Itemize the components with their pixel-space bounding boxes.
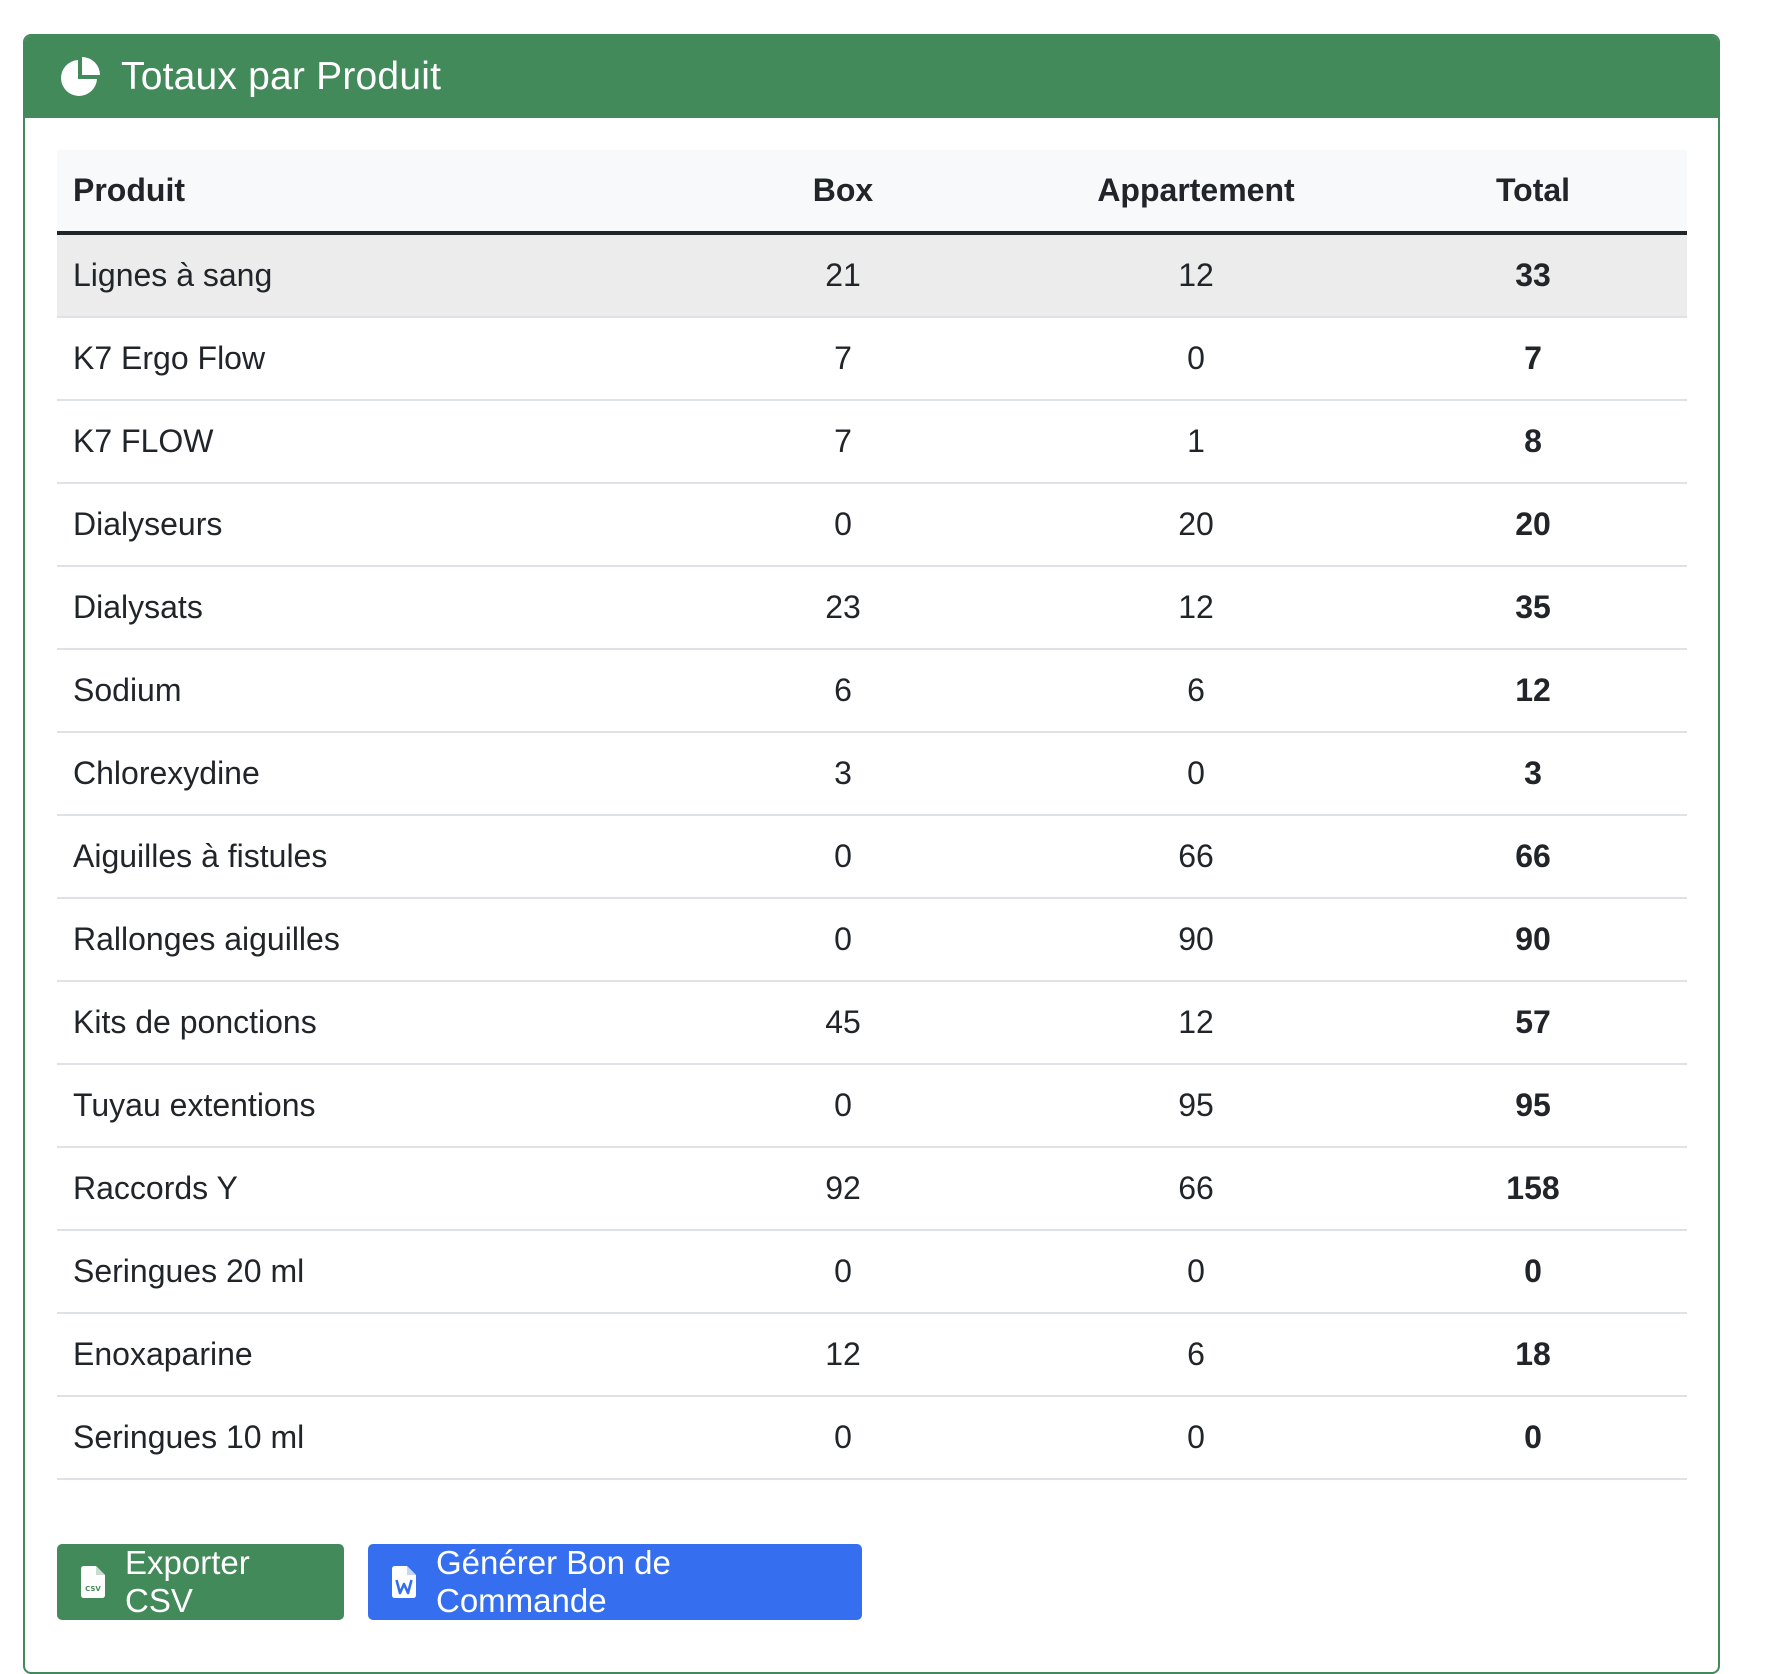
product-cell: Dialyseurs — [57, 483, 673, 567]
word-file-icon — [392, 1566, 416, 1598]
apartment-cell: 95 — [1013, 1064, 1379, 1148]
column-header-apartment: Appartement — [1013, 150, 1379, 235]
box-cell: 3 — [673, 732, 1013, 816]
table-row: Lignes à sang 21 12 33 — [57, 233, 1687, 318]
total-cell: 158 — [1379, 1147, 1687, 1231]
box-cell: 45 — [673, 981, 1013, 1065]
svg-text:CSV: CSV — [85, 1585, 101, 1593]
column-header-product: Produit — [57, 150, 673, 235]
box-cell: 0 — [673, 483, 1013, 567]
table-row: Dialyseurs 0 20 20 — [57, 483, 1687, 567]
apartment-cell: 0 — [1013, 317, 1379, 401]
box-cell: 21 — [673, 233, 1013, 318]
apartment-cell: 6 — [1013, 1313, 1379, 1397]
apartment-cell: 0 — [1013, 1396, 1379, 1480]
apartment-cell: 0 — [1013, 1230, 1379, 1314]
table-row: K7 Ergo Flow 7 0 7 — [57, 317, 1687, 401]
product-cell: K7 FLOW — [57, 400, 673, 484]
product-cell: Seringues 20 ml — [57, 1230, 673, 1314]
product-cell: Chlorexydine — [57, 732, 673, 816]
card-title: Totaux par Produit — [121, 55, 442, 98]
product-cell: Enoxaparine — [57, 1313, 673, 1397]
export-csv-button[interactable]: CSV Exporter CSV — [57, 1544, 344, 1620]
total-cell: 95 — [1379, 1064, 1687, 1148]
total-cell: 8 — [1379, 400, 1687, 484]
apartment-cell: 12 — [1013, 233, 1379, 318]
product-cell: Raccords Y — [57, 1147, 673, 1231]
export-csv-label: Exporter CSV — [125, 1544, 250, 1619]
apartment-cell: 12 — [1013, 566, 1379, 650]
box-cell: 0 — [673, 1230, 1013, 1314]
product-totals-card: Totaux par Produit Produit Box Apparteme… — [23, 34, 1720, 1674]
total-cell: 33 — [1379, 233, 1687, 318]
box-cell: 0 — [673, 898, 1013, 982]
total-cell: 18 — [1379, 1313, 1687, 1397]
apartment-cell: 0 — [1013, 732, 1379, 816]
total-cell: 35 — [1379, 566, 1687, 650]
apartment-cell: 90 — [1013, 898, 1379, 982]
total-cell: 7 — [1379, 317, 1687, 401]
table-row: Dialysats 23 12 35 — [57, 566, 1687, 650]
total-cell: 66 — [1379, 815, 1687, 899]
product-cell: Dialysats — [57, 566, 673, 650]
total-cell: 20 — [1379, 483, 1687, 567]
box-cell: 6 — [673, 649, 1013, 733]
product-cell: Rallonges aiguilles — [57, 898, 673, 982]
generate-order-button[interactable]: Générer Bon de Commande — [368, 1544, 862, 1620]
table-row: K7 FLOW 7 1 8 — [57, 400, 1687, 484]
table-row: Seringues 10 ml 0 0 0 — [57, 1396, 1687, 1480]
total-cell: 57 — [1379, 981, 1687, 1065]
total-cell: 0 — [1379, 1230, 1687, 1314]
table-header-row: Produit Box Appartement Total — [57, 150, 1687, 235]
box-cell: 7 — [673, 400, 1013, 484]
box-cell: 12 — [673, 1313, 1013, 1397]
apartment-cell: 12 — [1013, 981, 1379, 1065]
box-cell: 0 — [673, 1064, 1013, 1148]
product-cell: Kits de ponctions — [57, 981, 673, 1065]
generate-order-label: Générer Bon de Commande — [436, 1544, 671, 1619]
apartment-cell: 66 — [1013, 815, 1379, 899]
action-bar: CSV Exporter CSV Générer Bon de Commande — [57, 1544, 1686, 1620]
table-row: Aiguilles à fistules 0 66 66 — [57, 815, 1687, 899]
product-cell: Tuyau extentions — [57, 1064, 673, 1148]
product-cell: K7 Ergo Flow — [57, 317, 673, 401]
table-row: Kits de ponctions 45 12 57 — [57, 981, 1687, 1065]
box-cell: 7 — [673, 317, 1013, 401]
product-cell: Lignes à sang — [57, 233, 673, 318]
table-row: Chlorexydine 3 0 3 — [57, 732, 1687, 816]
product-cell: Sodium — [57, 649, 673, 733]
table-row: Enoxaparine 12 6 18 — [57, 1313, 1687, 1397]
total-cell: 12 — [1379, 649, 1687, 733]
table-row: Tuyau extentions 0 95 95 — [57, 1064, 1687, 1148]
apartment-cell: 1 — [1013, 400, 1379, 484]
total-cell: 90 — [1379, 898, 1687, 982]
card-body: Produit Box Appartement Total Lignes à s… — [25, 118, 1718, 1620]
product-cell: Aiguilles à fistules — [57, 815, 673, 899]
apartment-cell: 20 — [1013, 483, 1379, 567]
csv-file-icon: CSV — [81, 1566, 105, 1598]
box-cell: 23 — [673, 566, 1013, 650]
total-cell: 3 — [1379, 732, 1687, 816]
column-header-box: Box — [673, 150, 1013, 235]
box-cell: 0 — [673, 1396, 1013, 1480]
product-totals-table: Produit Box Appartement Total Lignes à s… — [57, 150, 1687, 1480]
box-cell: 0 — [673, 815, 1013, 899]
column-header-total: Total — [1379, 150, 1687, 235]
total-cell: 0 — [1379, 1396, 1687, 1480]
product-cell: Seringues 10 ml — [57, 1396, 673, 1480]
apartment-cell: 66 — [1013, 1147, 1379, 1231]
table-row: Raccords Y 92 66 158 — [57, 1147, 1687, 1231]
apartment-cell: 6 — [1013, 649, 1379, 733]
table-row: Sodium 6 6 12 — [57, 649, 1687, 733]
table-row: Rallonges aiguilles 0 90 90 — [57, 898, 1687, 982]
card-header: Totaux par Produit — [25, 36, 1718, 118]
pie-chart-icon — [59, 56, 101, 98]
table-row: Seringues 20 ml 0 0 0 — [57, 1230, 1687, 1314]
box-cell: 92 — [673, 1147, 1013, 1231]
